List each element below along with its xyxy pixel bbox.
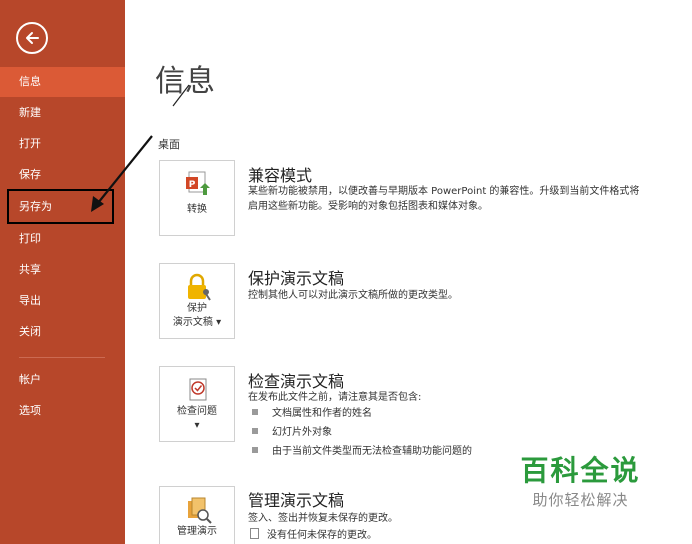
arrow-line-upper [172,84,190,107]
backstage-view: 信息 新建 打开 保存 另存为 打印 共享 导出 关闭 帐户 选项 信息 桌面 … [0,0,692,544]
watermark-main-text: 百科全说 [520,454,641,487]
baike-watermark: 百科全说 助你轻松解决 [494,434,667,520]
watermark-sub-text: 助你轻松解决 [532,491,629,509]
arrow-line-main [97,135,153,204]
